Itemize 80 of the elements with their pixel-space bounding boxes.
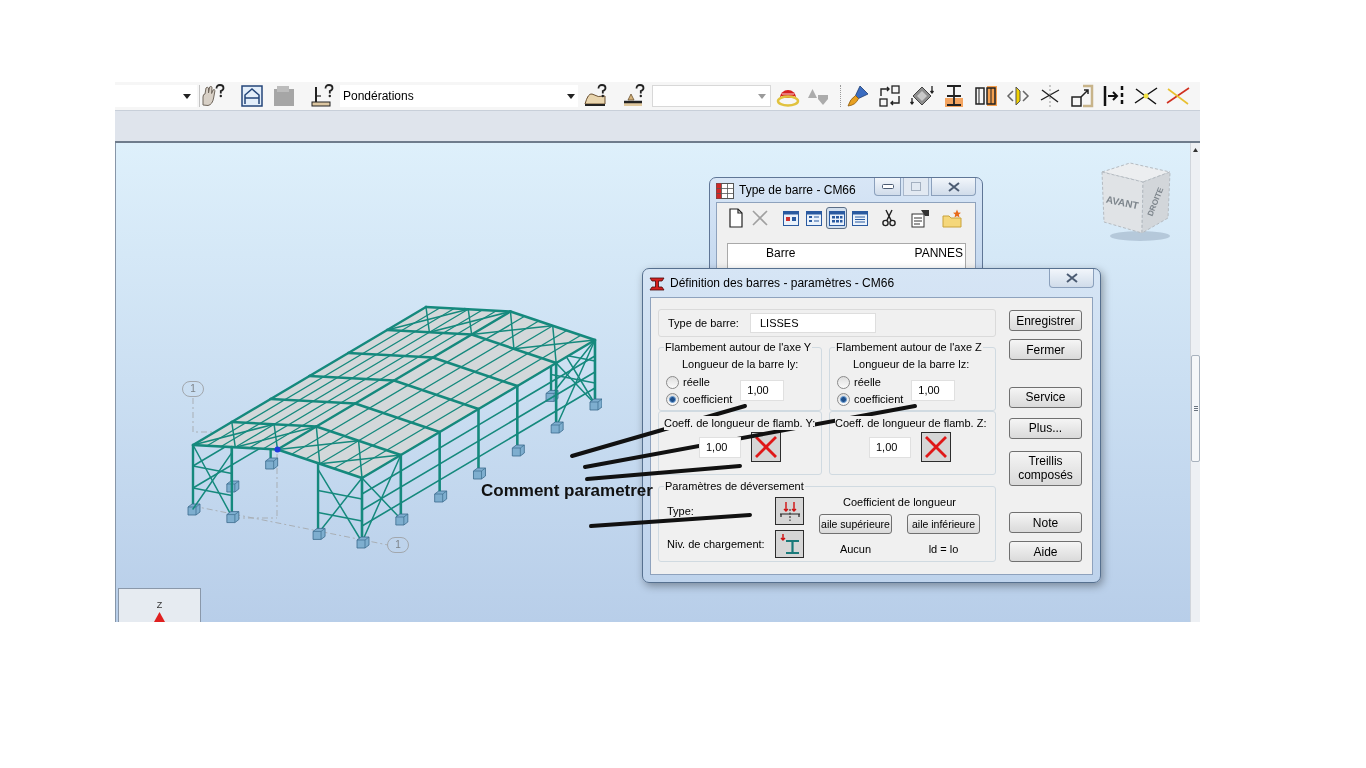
- radio-button[interactable]: [837, 375, 850, 389]
- dialog-button[interactable]: Plus...: [1009, 417, 1082, 439]
- dialog-button[interactable]: Treillis composés: [1009, 450, 1082, 486]
- group-title: Flambement autour de l'axe Z: [835, 340, 983, 354]
- field-label: Coeff. de longueur de flamb. Y:: [664, 416, 816, 430]
- dropdown-field[interactable]: Pondérations: [340, 85, 578, 107]
- list-cell: Barre: [766, 246, 796, 261]
- caret-icon[interactable]: [183, 93, 191, 99]
- axis-label: Z: [156, 601, 163, 610]
- arrow-to-line-icon[interactable]: [1102, 84, 1126, 108]
- flange-button[interactable]: aile supérieure: [819, 514, 892, 534]
- flange-button[interactable]: aile inférieure: [907, 514, 980, 534]
- dialog-button[interactable]: Aide: [1009, 541, 1082, 562]
- number-field[interactable]: 1,00: [911, 380, 956, 401]
- field-label: Type:: [667, 504, 694, 518]
- text-field[interactable]: LISSES: [750, 313, 876, 333]
- radio-label: coefficient: [683, 392, 733, 406]
- new-document-icon[interactable]: [727, 208, 745, 228]
- field-label: Longueur de la barre lz:: [852, 357, 971, 371]
- cube-face[interactable]: [1141, 171, 1171, 234]
- swap-arrows-icon[interactable]: [878, 84, 902, 108]
- annotation-text: Comment parametrer: [481, 481, 653, 501]
- window-title: Définition des barres - paramètres - CM66: [670, 276, 895, 291]
- paintbrush-icon[interactable]: [846, 84, 870, 108]
- i-beam-icon: [648, 276, 666, 292]
- cube-shadow: [1110, 231, 1170, 241]
- dialog-button[interactable]: Fermer: [1009, 339, 1082, 360]
- field-label: Niv. de chargement:: [667, 537, 765, 551]
- scroll-up-arrow-icon[interactable]: [1193, 148, 1198, 152]
- intersect-lines-icon[interactable]: [1038, 84, 1062, 108]
- split-columns-icon[interactable]: [974, 84, 998, 108]
- radio-button[interactable]: [666, 392, 679, 406]
- minimize-icon[interactable]: [881, 184, 894, 189]
- close-button[interactable]: [931, 178, 976, 196]
- close-icon[interactable]: [947, 181, 960, 192]
- field-label: Longueur de la barre ly:: [681, 357, 800, 371]
- curved-load-icon[interactable]: [583, 84, 607, 108]
- radio-button[interactable]: [666, 375, 679, 389]
- flange-value: ld = lo: [927, 542, 960, 556]
- dialog-button[interactable]: Enregistrer: [1009, 310, 1082, 331]
- minimize-button[interactable]: [874, 178, 901, 196]
- close-button[interactable]: [1049, 269, 1094, 288]
- number-field[interactable]: 1,00: [869, 436, 911, 458]
- beam-section-icon[interactable]: [942, 84, 966, 108]
- resize-icon[interactable]: [1070, 84, 1094, 108]
- frame-icon[interactable]: [240, 84, 264, 108]
- field-label: Coeff. de longueur de flamb. Z:: [835, 416, 987, 430]
- folder-star-icon[interactable]: [942, 208, 962, 228]
- number-field[interactable]: 1,00: [740, 380, 785, 401]
- clipboard-icon[interactable]: [910, 208, 930, 228]
- window-title: Type de barre - CM66: [739, 183, 856, 198]
- caret-icon[interactable]: [567, 93, 575, 99]
- table-icon: [716, 183, 734, 199]
- beam-load-icon[interactable]: [621, 84, 645, 108]
- group-title: Paramètres de déversement: [664, 479, 805, 493]
- radio-button[interactable]: [837, 392, 850, 406]
- field-label: Type de barre:: [668, 316, 740, 330]
- flange-value: Aucun: [838, 542, 873, 556]
- cube-face[interactable]: [1101, 171, 1144, 234]
- dropdown-field[interactable]: [115, 85, 197, 107]
- close-icon[interactable]: [1065, 273, 1078, 283]
- dialog-button[interactable]: Service: [1009, 386, 1082, 408]
- radio-label: réelle: [683, 375, 710, 389]
- number-field[interactable]: 1,00: [699, 436, 741, 458]
- radio-label: réelle: [854, 375, 881, 389]
- vertical-scrollbar[interactable]: [1190, 143, 1200, 622]
- group-title: Flambement autour de l'axe Y: [664, 340, 813, 354]
- rotate-shape-icon[interactable]: [910, 84, 934, 108]
- mirror-icon[interactable]: [1006, 84, 1030, 108]
- crossed-lines-icon[interactable]: [1134, 84, 1158, 108]
- axis-arrow-icon: [154, 612, 165, 622]
- list-cell: PANNES: [914, 246, 963, 261]
- dialog-button[interactable]: Note: [1009, 512, 1082, 533]
- dropdown-field[interactable]: [652, 85, 771, 107]
- field-label: Coefficient de longueur: [843, 495, 956, 509]
- scissors-icon[interactable]: [881, 209, 897, 227]
- scrollbar-thumb[interactable]: [1191, 355, 1200, 462]
- radio-label: coefficient: [854, 392, 904, 406]
- support-question-icon[interactable]: [310, 84, 334, 108]
- hand-question-icon[interactable]: [201, 84, 225, 108]
